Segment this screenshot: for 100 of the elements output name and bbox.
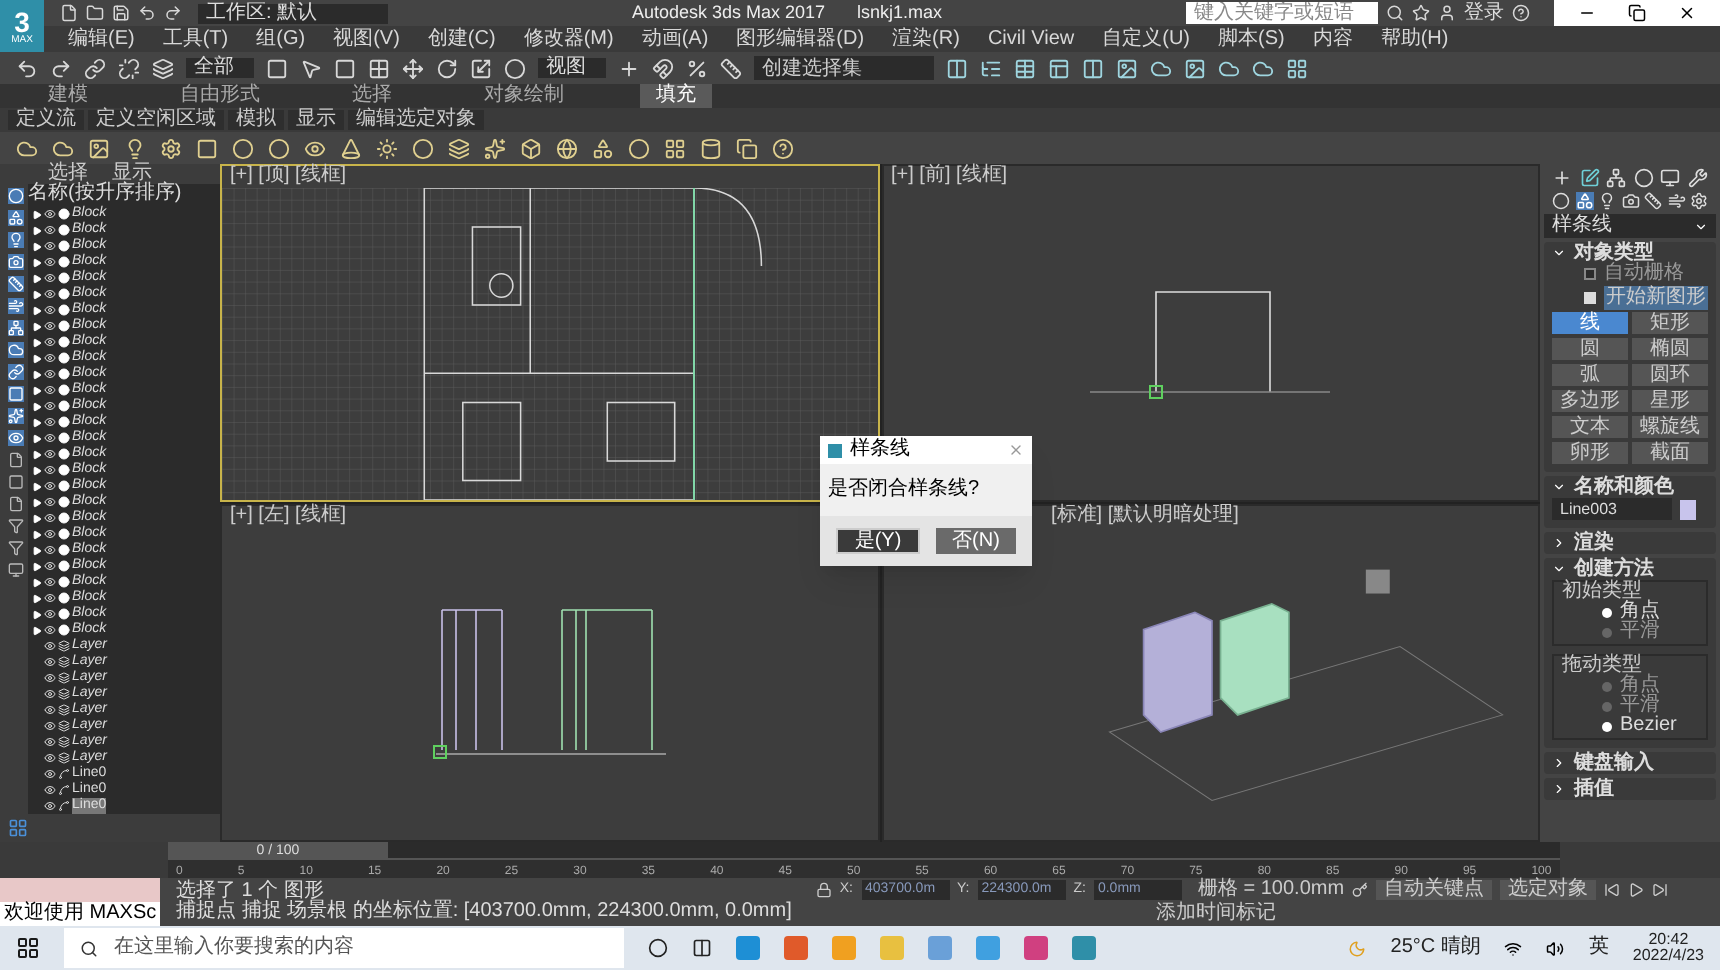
shape-type-button[interactable]: 圆 bbox=[1552, 338, 1628, 360]
user-icon[interactable] bbox=[1438, 4, 1457, 22]
eye-icon[interactable] bbox=[44, 368, 56, 380]
dialog-button[interactable]: 是(Y) bbox=[836, 528, 920, 554]
checkbox[interactable] bbox=[1584, 268, 1596, 280]
ribbon-sub-tab[interactable]: 编辑选定对象 bbox=[348, 110, 484, 130]
eye-icon[interactable] bbox=[44, 720, 56, 732]
shape-type-button[interactable]: 截面 bbox=[1632, 442, 1708, 464]
display-icon[interactable] bbox=[1660, 168, 1681, 188]
eye-icon[interactable] bbox=[44, 464, 56, 476]
hierarchy-icon[interactable] bbox=[1606, 168, 1627, 188]
checkbox[interactable] bbox=[1584, 292, 1596, 304]
column-header[interactable]: 名称(按升序排序) bbox=[28, 184, 220, 206]
circle-icon[interactable] bbox=[412, 137, 434, 159]
document-icon[interactable] bbox=[7, 496, 23, 512]
menu-item[interactable]: 自定义(U) bbox=[1102, 29, 1190, 49]
radio-button[interactable] bbox=[1602, 701, 1612, 711]
eye-icon[interactable] bbox=[44, 560, 56, 572]
rollout-title[interactable]: 对象类型 bbox=[1574, 243, 1654, 263]
eye-icon[interactable] bbox=[44, 432, 56, 444]
cloud-icon[interactable] bbox=[52, 137, 74, 159]
shapes-icon[interactable] bbox=[1575, 192, 1593, 210]
eye-icon[interactable] bbox=[44, 224, 56, 236]
ribbon-sub-tab[interactable]: 模拟 bbox=[228, 110, 284, 130]
eye-icon[interactable] bbox=[44, 544, 56, 556]
ribbon-tab[interactable]: 对象绘制 bbox=[468, 84, 580, 108]
shape-type-button[interactable]: 椭圆 bbox=[1632, 338, 1708, 360]
menu-item[interactable]: 修改器(M) bbox=[523, 29, 614, 49]
eye-icon[interactable] bbox=[44, 336, 56, 348]
shape-type-button[interactable]: 圆环 bbox=[1632, 364, 1708, 386]
viewport-label[interactable]: [+] [前] [线框] bbox=[883, 166, 1008, 188]
eye-icon[interactable] bbox=[44, 208, 56, 220]
shape-type-button[interactable]: 矩形 bbox=[1632, 312, 1708, 334]
star-icon[interactable] bbox=[1412, 4, 1431, 22]
new-file-icon[interactable] bbox=[60, 4, 78, 22]
grid-icon[interactable] bbox=[368, 57, 390, 79]
lock-icon[interactable] bbox=[815, 882, 832, 898]
key-icon[interactable] bbox=[1352, 882, 1369, 898]
eye-icon[interactable] bbox=[44, 304, 56, 316]
eye-icon[interactable] bbox=[44, 608, 56, 620]
eye-icon[interactable] bbox=[44, 352, 56, 364]
eye-icon[interactable] bbox=[44, 800, 56, 812]
rollout-title[interactable]: 创建方法 bbox=[1574, 559, 1654, 579]
redo-icon[interactable] bbox=[50, 57, 72, 79]
menu-item[interactable]: 创建(C) bbox=[427, 29, 496, 49]
eye-icon[interactable] bbox=[44, 496, 56, 508]
image-icon[interactable] bbox=[1116, 57, 1138, 79]
camera-icon[interactable] bbox=[1621, 192, 1639, 210]
display-icon[interactable] bbox=[7, 562, 23, 578]
eye-icon[interactable] bbox=[44, 592, 56, 604]
shapes-icon[interactable] bbox=[592, 137, 614, 159]
ribbon-tab[interactable]: 选择 bbox=[336, 84, 408, 108]
eye-icon[interactable] bbox=[44, 272, 56, 284]
radio-button[interactable] bbox=[1602, 627, 1612, 637]
explorer-menu[interactable]: 显示 bbox=[112, 164, 152, 184]
selection-filter-dropdown[interactable]: 全部 bbox=[186, 58, 254, 78]
viewport-label[interactable]: [标准] [默认明暗处理] bbox=[1043, 506, 1239, 528]
page-icon[interactable] bbox=[7, 452, 23, 468]
ribbon-sub-tab[interactable]: 定义流 bbox=[8, 110, 84, 130]
radio-button[interactable] bbox=[1602, 721, 1612, 731]
close-icon[interactable] bbox=[1678, 4, 1697, 22]
eye-icon[interactable] bbox=[44, 400, 56, 412]
menu-item[interactable]: 编辑(E) bbox=[68, 29, 135, 49]
eye-icon[interactable] bbox=[44, 704, 56, 716]
eye-icon[interactable] bbox=[44, 768, 56, 780]
ribbon-sub-tab[interactable]: 显示 bbox=[288, 110, 344, 130]
shapes-icon[interactable] bbox=[7, 210, 23, 226]
redo-icon[interactable] bbox=[164, 4, 182, 22]
ribbon-sub-tab[interactable]: 定义空闲区域 bbox=[88, 110, 224, 130]
explorer-menu[interactable]: 选择 bbox=[48, 164, 88, 184]
help-icon[interactable] bbox=[772, 137, 794, 159]
rollout-title[interactable]: 名称和颜色 bbox=[1574, 477, 1674, 497]
eye-icon[interactable] bbox=[44, 688, 56, 700]
eye-icon[interactable] bbox=[44, 256, 56, 268]
sparkle-icon[interactable] bbox=[484, 137, 506, 159]
viewport-layout-icon[interactable] bbox=[4, 818, 32, 838]
taskbar-search-field[interactable]: 在这里输入你要搜索的内容 bbox=[64, 928, 624, 968]
panel-icon[interactable] bbox=[1082, 57, 1104, 79]
eye-icon[interactable] bbox=[44, 512, 56, 524]
eye-icon[interactable] bbox=[44, 448, 56, 460]
eye-icon[interactable] bbox=[44, 416, 56, 428]
eye-icon[interactable] bbox=[44, 624, 56, 636]
light-icon[interactable] bbox=[124, 137, 146, 159]
task-view-icon[interactable] bbox=[692, 938, 712, 958]
help-icon[interactable] bbox=[1512, 4, 1531, 22]
rotate-icon[interactable] bbox=[436, 57, 458, 79]
add-time-tag-button[interactable]: 添加时间标记 bbox=[1155, 904, 1276, 925]
ribbon-tab[interactable]: 填充 bbox=[640, 84, 712, 108]
light-icon[interactable] bbox=[1598, 192, 1616, 210]
viewport-label[interactable]: [+] [左] [线框] bbox=[222, 506, 347, 528]
auto-key-button[interactable]: 自动关键点 bbox=[1376, 880, 1493, 900]
eye-icon[interactable] bbox=[44, 288, 56, 300]
crosshair-icon[interactable] bbox=[618, 57, 640, 79]
eye-icon[interactable] bbox=[44, 656, 56, 668]
align-icon[interactable] bbox=[980, 57, 1002, 79]
grid-icon[interactable] bbox=[1286, 57, 1308, 79]
undo-icon[interactable] bbox=[138, 4, 156, 22]
square-icon[interactable] bbox=[266, 57, 288, 79]
select-icon[interactable] bbox=[300, 57, 322, 79]
gear-icon[interactable] bbox=[160, 137, 182, 159]
